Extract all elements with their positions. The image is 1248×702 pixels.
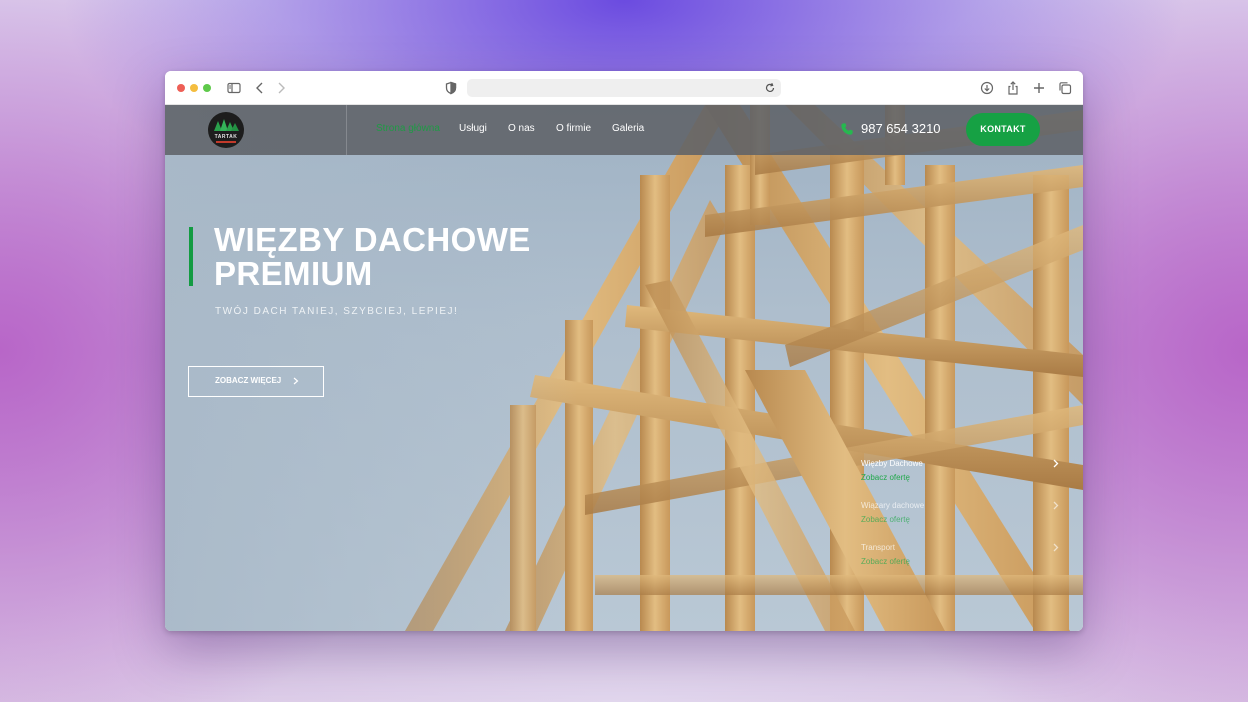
- chevron-right-icon: [1053, 543, 1059, 552]
- address-bar[interactable]: [467, 79, 781, 97]
- slide-link[interactable]: Zobacz ofertę: [861, 515, 1061, 524]
- nav-item-home[interactable]: Strona główna: [376, 123, 440, 134]
- shield-icon[interactable]: [443, 80, 459, 96]
- phone-number[interactable]: 987 654 3210: [861, 121, 941, 136]
- see-more-button[interactable]: ZOBACZ WIĘCEJ: [188, 366, 324, 397]
- minimize-window-button[interactable]: [190, 84, 198, 92]
- slide-item-more-roof[interactable]: Więzby Dachowe Zobacz ofertę: [861, 459, 1061, 482]
- nav-item-services[interactable]: Usługi: [459, 123, 487, 134]
- slide-title: Wiązary dachowe: [861, 501, 925, 510]
- slide-link[interactable]: Zobacz ofertę: [861, 473, 1061, 482]
- site-navbar: TARTAK Strona główna Usługi O nas O firm…: [165, 105, 1083, 155]
- tree-logo-icon: [214, 119, 239, 131]
- slide-item-trusses[interactable]: Wiązary dachowe Zobacz ofertę: [861, 501, 1061, 524]
- logo-stripe: [216, 141, 236, 143]
- chevron-right-icon: [1053, 459, 1059, 468]
- zoom-window-button[interactable]: [203, 84, 211, 92]
- tabs-overview-icon[interactable]: [1057, 80, 1073, 96]
- hero-accent-bar: [189, 227, 193, 286]
- sidebar-icon[interactable]: [226, 80, 242, 96]
- contact-button[interactable]: KONTAKT: [966, 113, 1040, 146]
- phone-icon: [840, 122, 854, 136]
- slide-item-transport[interactable]: Transport Zobacz ofertę: [861, 543, 1061, 566]
- browser-window: TARTAK Strona główna Usługi O nas O firm…: [165, 71, 1083, 631]
- logo-text: TARTAK: [214, 134, 238, 140]
- new-tab-icon[interactable]: [1031, 80, 1047, 96]
- chevron-right-icon: [1053, 501, 1059, 510]
- forward-icon[interactable]: [273, 80, 289, 96]
- see-more-button-label: ZOBACZ WIĘCEJ: [215, 376, 282, 385]
- nav-item-gallery[interactable]: Galeria: [612, 123, 644, 134]
- hero-title: WIĘZBY DACHOWE PREMIUM: [214, 223, 594, 291]
- back-icon[interactable]: [252, 80, 268, 96]
- reload-icon[interactable]: [763, 81, 777, 95]
- site-logo[interactable]: TARTAK: [208, 112, 244, 148]
- download-icon[interactable]: [979, 80, 995, 96]
- slide-title: Transport: [861, 543, 895, 552]
- chevron-right-icon: [293, 377, 299, 385]
- slide-link[interactable]: Zobacz ofertę: [861, 557, 1061, 566]
- nav-divider: [346, 105, 347, 155]
- hero-title-line-2: PREMIUM: [214, 255, 373, 292]
- browser-toolbar: [165, 71, 1083, 105]
- share-icon[interactable]: [1005, 80, 1021, 96]
- website-page: TARTAK Strona główna Usługi O nas O firm…: [165, 105, 1083, 631]
- nav-item-company[interactable]: O firmie: [556, 123, 591, 134]
- slide-title: Więzby Dachowe: [861, 459, 923, 468]
- hero-title-line-1: WIĘZBY DACHOWE: [214, 221, 531, 258]
- close-window-button[interactable]: [177, 84, 185, 92]
- nav-item-about-us[interactable]: O nas: [508, 123, 535, 134]
- hero-subtitle: TWÓJ DACH TANIEJ, SZYBCIEJ, LEPIEJ!: [215, 306, 459, 317]
